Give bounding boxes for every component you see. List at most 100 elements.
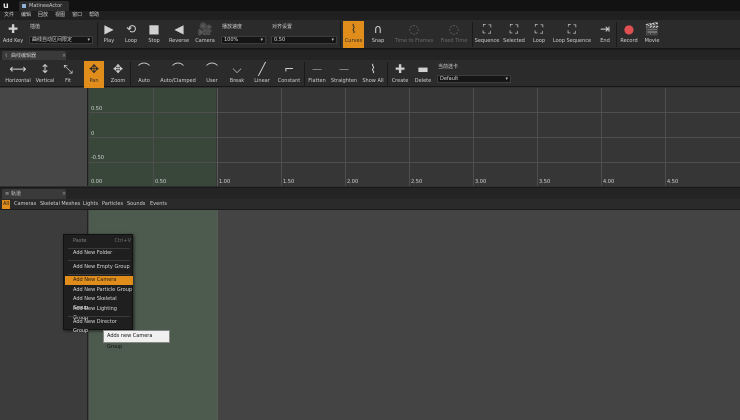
movie-button[interactable]: 🎬 Movie <box>642 21 662 48</box>
snap-button[interactable]: ∩ Snap <box>368 21 388 48</box>
time-to-frames-button[interactable]: ◌ Time to Frames <box>392 21 436 48</box>
main-toolbar: ✚ Add Key 插值 曲线自动区间限定 ▾ ▶ Play ⟲ Loop ■ … <box>0 20 740 49</box>
curve-editor-tab-label: 曲线编辑器 <box>11 53 37 59</box>
speed-value: 100% <box>224 37 239 43</box>
menu-item-add-new-empty-group[interactable]: Add New Empty Group <box>65 263 133 272</box>
create-tab-button[interactable]: ✚ Create <box>390 61 410 88</box>
straighten-button[interactable]: ⏤ Straighten <box>330 61 358 88</box>
curve-graph[interactable]: 0.50 0 -0.50 0.00 0.50 1.00 1.50 2.00 2.… <box>0 88 740 186</box>
fixed-time-icon: ◌ <box>448 22 460 36</box>
menu-item-add-new-skeletal-group[interactable]: Add New Skeletal Group <box>65 295 133 311</box>
fixed-time-button[interactable]: ◌ Fixed Time <box>438 21 470 48</box>
auto-button[interactable]: ⌒ Auto <box>134 61 154 88</box>
zoom-loop-button[interactable]: ⛶ Loop <box>529 21 549 48</box>
zoom-loop-icon: ⛶ <box>534 22 544 36</box>
auto-label: Auto <box>138 78 150 84</box>
close-icon[interactable]: × <box>62 189 66 199</box>
filter-sounds-tab[interactable]: Sounds <box>126 200 146 209</box>
menu-separator <box>68 274 130 275</box>
break-tangent-icon: ⌵ <box>232 62 242 76</box>
flatten-button[interactable]: ⏤ Flatten <box>306 61 328 88</box>
y-axis-label: 0.50 <box>91 106 103 112</box>
reverse-button[interactable]: ◀ Reverse <box>167 21 191 48</box>
x-axis-label: 1.00 <box>219 179 231 185</box>
current-tab-select[interactable]: Default ▾ <box>437 75 511 83</box>
speed-select[interactable]: 100% ▾ <box>221 36 266 44</box>
user-button[interactable]: ⌒ User <box>202 61 222 88</box>
menu-item-add-new-camera-group[interactable]: Add New Camera Group <box>65 276 133 292</box>
separator <box>130 62 131 87</box>
menu-item-add-new-folder[interactable]: Add New Folder <box>65 249 133 258</box>
filter-all-tab[interactable]: All <box>2 200 11 209</box>
user-tangent-icon: ⌒ <box>205 62 218 76</box>
end-button[interactable]: ⇥ End <box>596 21 614 48</box>
x-axis-label: 1.50 <box>283 179 295 185</box>
flatten-icon: ⏤ <box>312 62 322 76</box>
snap-label: Snap <box>371 38 385 44</box>
snap-setting-value: 0.50 <box>274 37 286 43</box>
menu-item-add-new-lighting-group[interactable]: Add New Lighting Group <box>65 305 133 321</box>
menu-item-add-new-particle-group[interactable]: Add New Particle Group <box>65 286 133 295</box>
menu-playback[interactable]: 回放 <box>38 11 48 20</box>
fit-button[interactable]: ⤡ Fit <box>58 61 78 88</box>
filter-particles-tab[interactable]: Particles <box>101 200 124 209</box>
reverse-label: Reverse <box>168 38 190 44</box>
menu-edit[interactable]: 编辑 <box>21 11 31 20</box>
curves-button[interactable]: ⌇ Curves <box>343 21 364 48</box>
tracks-tab[interactable]: ≡ 轨道 × <box>2 189 66 199</box>
loop-sequence-button[interactable]: ⛶ Loop Sequence <box>552 21 592 48</box>
menu-file[interactable]: 文件 <box>4 11 14 20</box>
tracks-tab-bar: ≡ 轨道 × <box>0 187 740 199</box>
auto-clamped-button[interactable]: ⌒ Auto/Clamped <box>158 61 198 88</box>
document-tab[interactable]: MatineeActor <box>19 1 69 11</box>
chevron-down-icon: ▾ <box>505 76 508 82</box>
curves-label: Curves <box>344 38 363 44</box>
grid-line <box>537 88 538 186</box>
delete-tab-button[interactable]: ▬ Delete <box>413 61 433 88</box>
auto-clamped-label: Auto/Clamped <box>160 78 196 84</box>
end-icon: ⇥ <box>599 22 611 36</box>
show-all-button[interactable]: ⌇ Show All <box>361 61 385 88</box>
zoom-selected-icon: ⛶ <box>509 22 519 36</box>
selected-button[interactable]: ⛶ Selected <box>502 21 526 48</box>
fit-vertical-button[interactable]: ↕ Vertical <box>34 61 56 88</box>
fit-horizontal-button[interactable]: ⟷ Horizontal <box>4 61 32 88</box>
snap-setting-select[interactable]: 0.50 ▾ <box>271 36 337 44</box>
fit-vertical-icon: ↕ <box>39 62 51 76</box>
tracks-icon: ≡ <box>5 191 10 197</box>
straighten-label: Straighten <box>330 78 358 84</box>
add-key-label: Add Key <box>2 38 24 44</box>
curve-list-pane[interactable] <box>0 88 88 186</box>
sequence-button[interactable]: ⛶ Sequence <box>474 21 500 48</box>
linear-button[interactable]: ╱ Linear <box>251 61 273 88</box>
menu-item-add-new-director-group[interactable]: Add New Director Group <box>65 318 133 334</box>
filter-lights-tab[interactable]: Lights <box>82 200 99 209</box>
stop-button[interactable]: ■ Stop <box>145 21 163 48</box>
loop-button[interactable]: ⟲ Loop <box>122 21 140 48</box>
fit-label: Fit <box>65 78 71 84</box>
menu-window[interactable]: 窗口 <box>72 11 82 20</box>
add-key-icon: ✚ <box>7 22 19 36</box>
filter-cameras-tab[interactable]: Cameras <box>13 200 37 209</box>
zoom-button[interactable]: ✥ Zoom <box>108 61 128 88</box>
break-button[interactable]: ⌵ Break <box>227 61 247 88</box>
speed-label: 播放速度 <box>222 24 243 30</box>
camera-button[interactable]: 🎥 Camera <box>194 21 216 48</box>
separator <box>387 62 388 87</box>
filter-skeletal-meshes-tab[interactable]: Skeletal Meshes <box>39 200 81 209</box>
menu-item-paste[interactable]: Paste Ctrl+V <box>65 237 133 246</box>
show-all-label: Show All <box>362 78 384 84</box>
constant-button[interactable]: ⌐ Constant <box>276 61 302 88</box>
add-key-button[interactable]: ✚ Add Key <box>2 21 24 48</box>
context-menu: Paste Ctrl+V Add New Folder Add New Empt… <box>63 234 133 334</box>
menu-help[interactable]: 帮助 <box>89 11 99 20</box>
filter-events-tab[interactable]: Events <box>149 200 168 209</box>
play-button[interactable]: ▶ Play <box>100 21 118 48</box>
pan-button[interactable]: ✥ Pan <box>84 61 104 88</box>
record-button[interactable]: ● Record <box>618 21 640 48</box>
grid-line <box>409 88 410 186</box>
grid-line <box>89 162 740 163</box>
separator <box>340 22 341 47</box>
interp-mode-select[interactable]: 曲线自动区间限定 ▾ <box>29 36 93 44</box>
menu-view[interactable]: 视图 <box>55 11 65 20</box>
